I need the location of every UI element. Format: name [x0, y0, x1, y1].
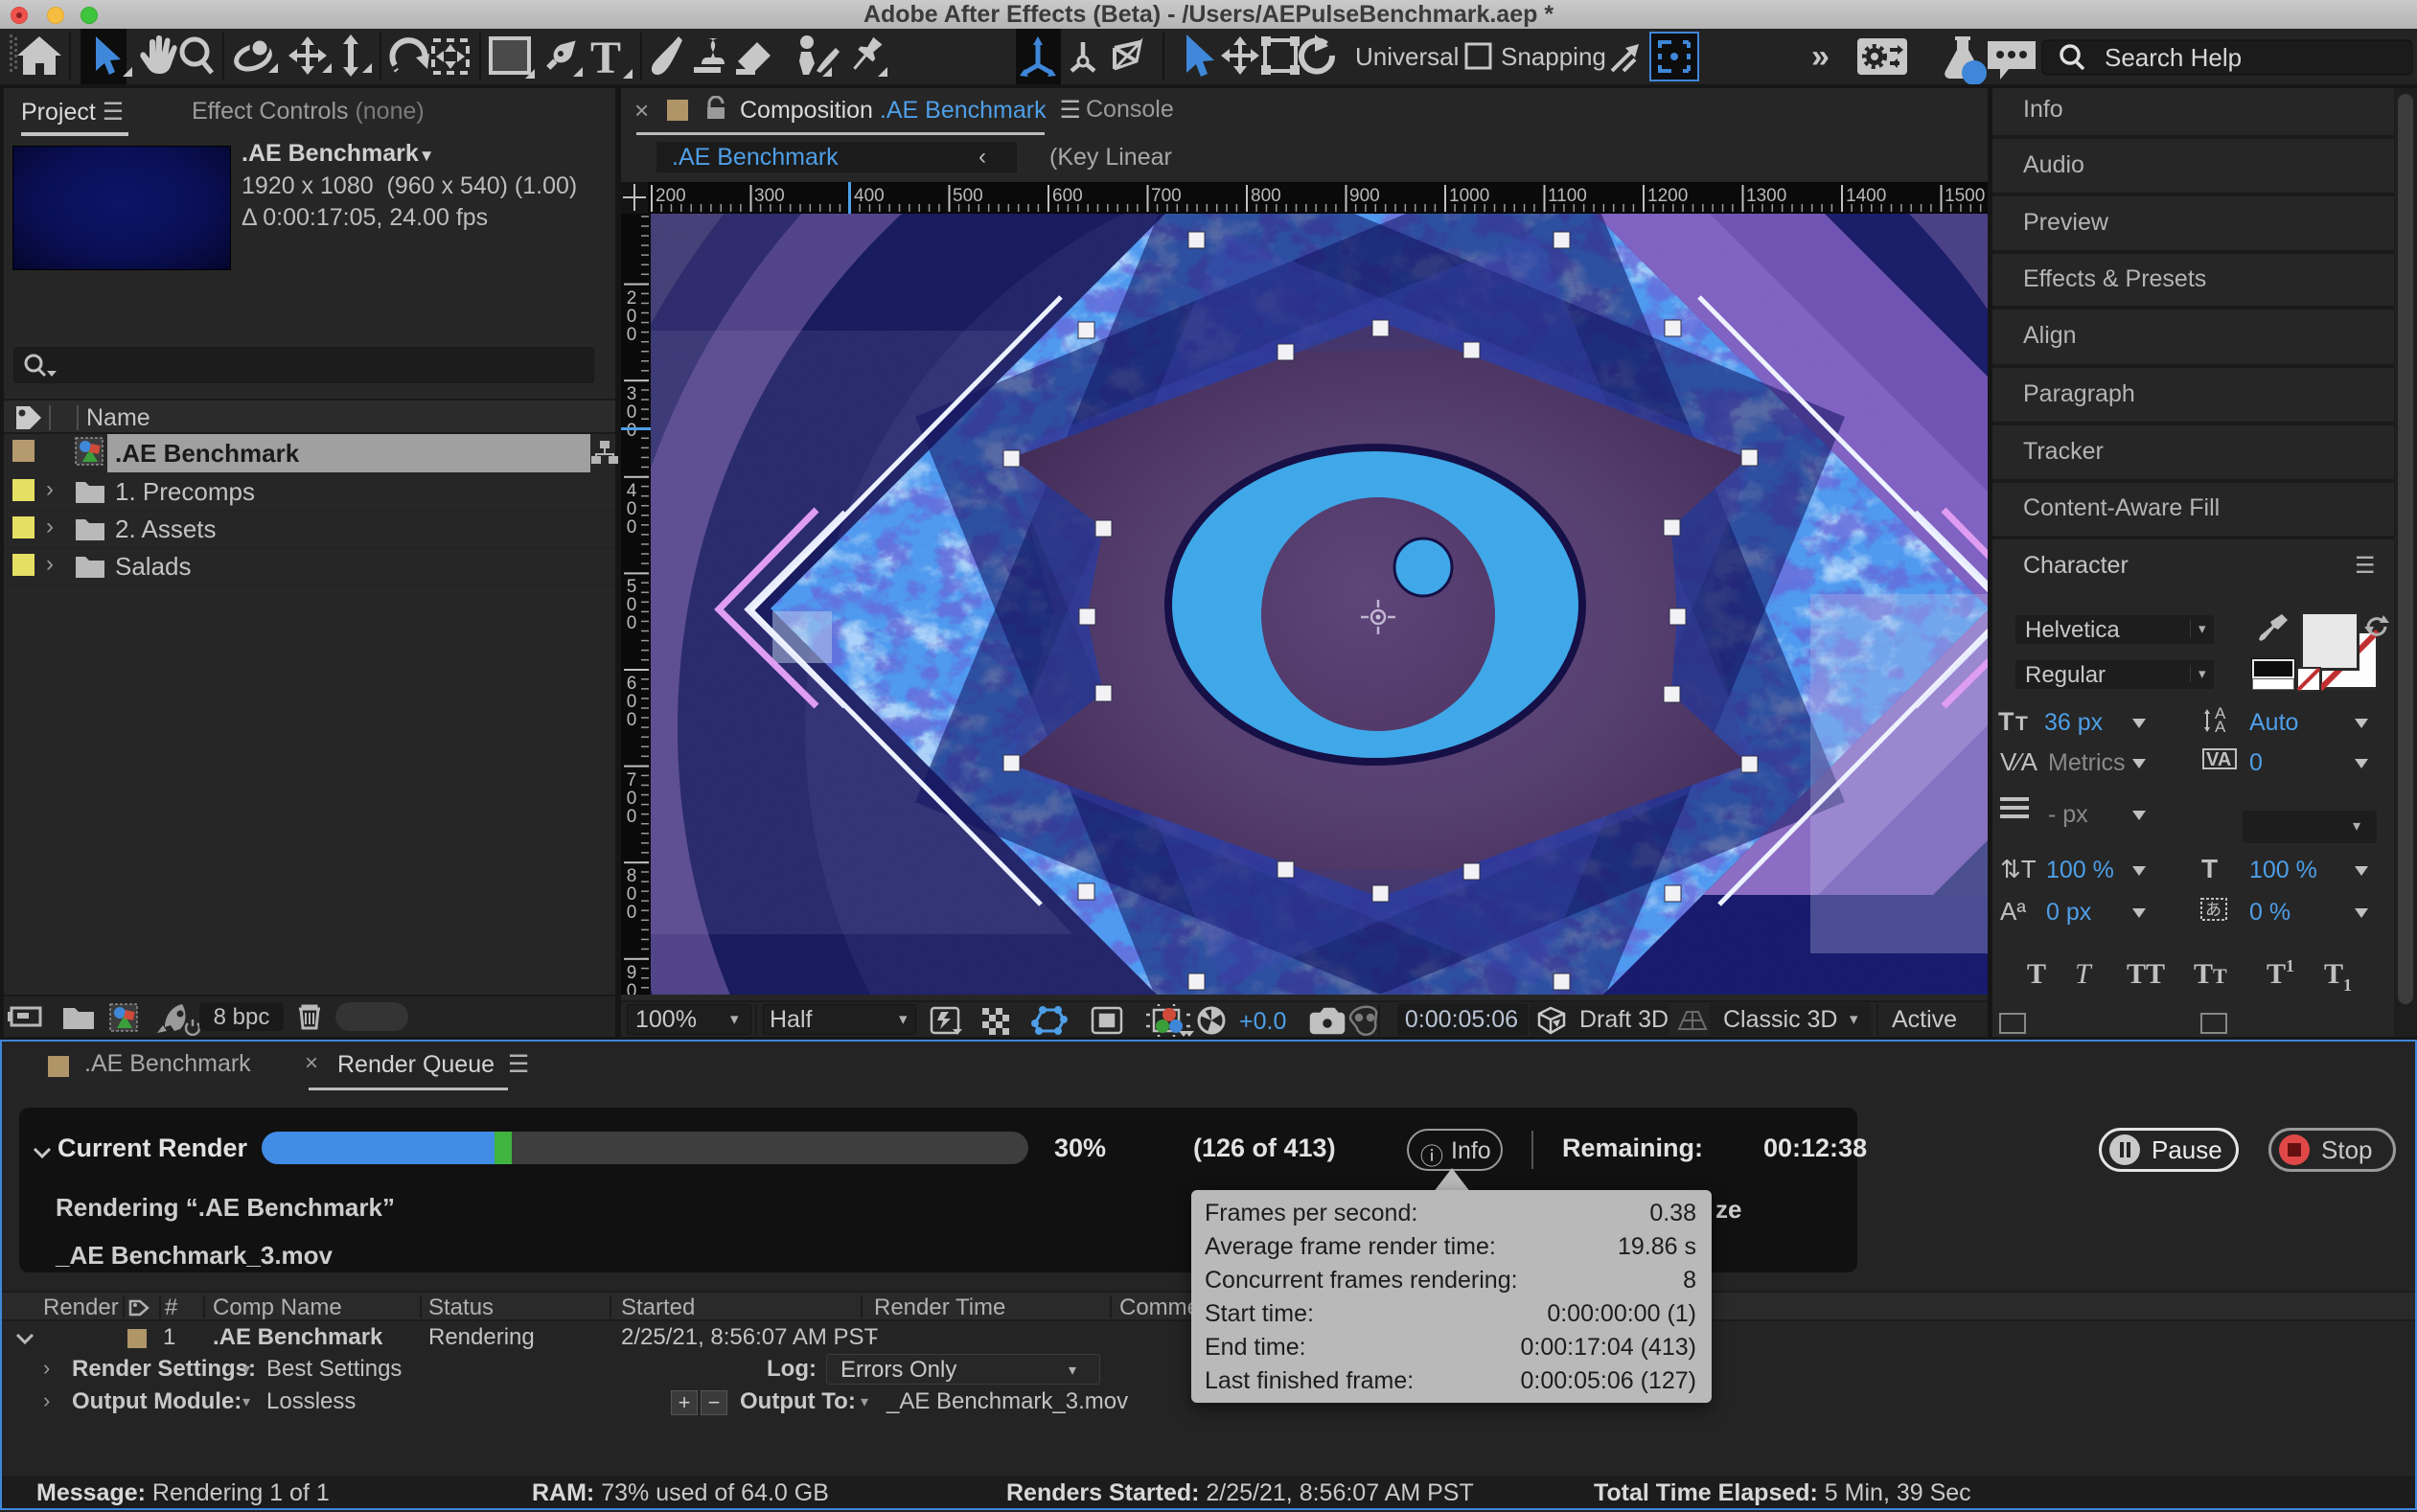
- svg-text:0: 0: [627, 325, 637, 345]
- svg-text:400: 400: [854, 186, 885, 206]
- svg-text:V∕A: V∕A: [2000, 747, 2038, 776]
- svg-text:T1: T1: [2324, 958, 2352, 995]
- svg-text:A: A: [2215, 718, 2226, 736]
- svg-text:T: T: [2075, 958, 2093, 990]
- svg-text:⇅T: ⇅T: [2000, 855, 2037, 883]
- svg-text:Aª: Aª: [2000, 897, 2026, 926]
- svg-text:900: 900: [1349, 186, 1380, 206]
- svg-text:0: 0: [627, 517, 637, 538]
- svg-text:T: T: [1998, 707, 2014, 736]
- svg-text:0: 0: [627, 421, 637, 441]
- svg-text:あ: あ: [2205, 901, 2221, 919]
- svg-text:T: T: [2201, 854, 2218, 883]
- svg-text:0 px: 0 px: [2046, 899, 2092, 926]
- svg-text:Auto: Auto: [2249, 709, 2298, 736]
- svg-text:700: 700: [1151, 186, 1182, 206]
- svg-text:0: 0: [627, 807, 637, 827]
- svg-text:0: 0: [627, 499, 637, 519]
- svg-text:200: 200: [656, 186, 686, 206]
- svg-text:3: 3: [627, 384, 637, 404]
- svg-text:0: 0: [627, 402, 637, 423]
- svg-text:0: 0: [627, 789, 637, 809]
- svg-text:0: 0: [627, 307, 637, 327]
- svg-text:0: 0: [627, 595, 637, 615]
- svg-text:500: 500: [953, 186, 983, 206]
- svg-text:T: T: [590, 33, 621, 83]
- svg-text:T1: T1: [2267, 956, 2294, 990]
- svg-text:0: 0: [627, 613, 637, 633]
- svg-text:0: 0: [627, 710, 637, 730]
- svg-text:TT: TT: [2127, 958, 2165, 990]
- svg-text:1500: 1500: [1945, 186, 1985, 206]
- svg-text:Snapping: Snapping: [1501, 42, 1606, 71]
- svg-text:800: 800: [1251, 186, 1281, 206]
- svg-text:0: 0: [2249, 749, 2263, 776]
- svg-text:Metrics: Metrics: [2048, 749, 2126, 776]
- svg-text:8 bpc: 8 bpc: [214, 1004, 270, 1030]
- svg-text:0: 0: [627, 692, 637, 712]
- svg-text:0: 0: [627, 884, 637, 905]
- svg-text:1200: 1200: [1647, 186, 1688, 206]
- svg-text:300: 300: [754, 186, 785, 206]
- svg-text:0: 0: [627, 981, 637, 995]
- svg-text:T: T: [2027, 958, 2046, 990]
- svg-text:9: 9: [627, 963, 637, 983]
- svg-text:0 %: 0 %: [2249, 899, 2290, 926]
- svg-text:1100: 1100: [1548, 186, 1587, 206]
- svg-text:6: 6: [627, 674, 637, 694]
- svg-text:1300: 1300: [1746, 186, 1786, 206]
- svg-text:T: T: [2015, 713, 2028, 735]
- svg-text:100 %: 100 %: [2249, 857, 2317, 883]
- svg-text:600: 600: [1052, 186, 1083, 206]
- svg-text:VA: VA: [2206, 749, 2231, 770]
- svg-text:+0.0: +0.0: [1239, 1008, 1286, 1035]
- svg-text:8: 8: [627, 866, 637, 886]
- svg-text:1000: 1000: [1449, 186, 1489, 206]
- svg-text:4: 4: [627, 481, 637, 501]
- svg-text:5: 5: [627, 577, 637, 597]
- svg-text:Universal: Universal: [1355, 42, 1459, 71]
- svg-text:100 %: 100 %: [2046, 857, 2114, 883]
- svg-text:Search Help: Search Help: [2105, 43, 2242, 72]
- svg-text:1400: 1400: [1846, 186, 1886, 206]
- svg-text:0: 0: [627, 903, 637, 923]
- svg-text:- px: - px: [2048, 801, 2088, 828]
- svg-text:36 px: 36 px: [2044, 709, 2104, 736]
- svg-text:7: 7: [627, 770, 637, 790]
- svg-text:2: 2: [627, 288, 637, 309]
- svg-text:»: »: [1811, 38, 1830, 75]
- svg-text:TT: TT: [2194, 958, 2227, 990]
